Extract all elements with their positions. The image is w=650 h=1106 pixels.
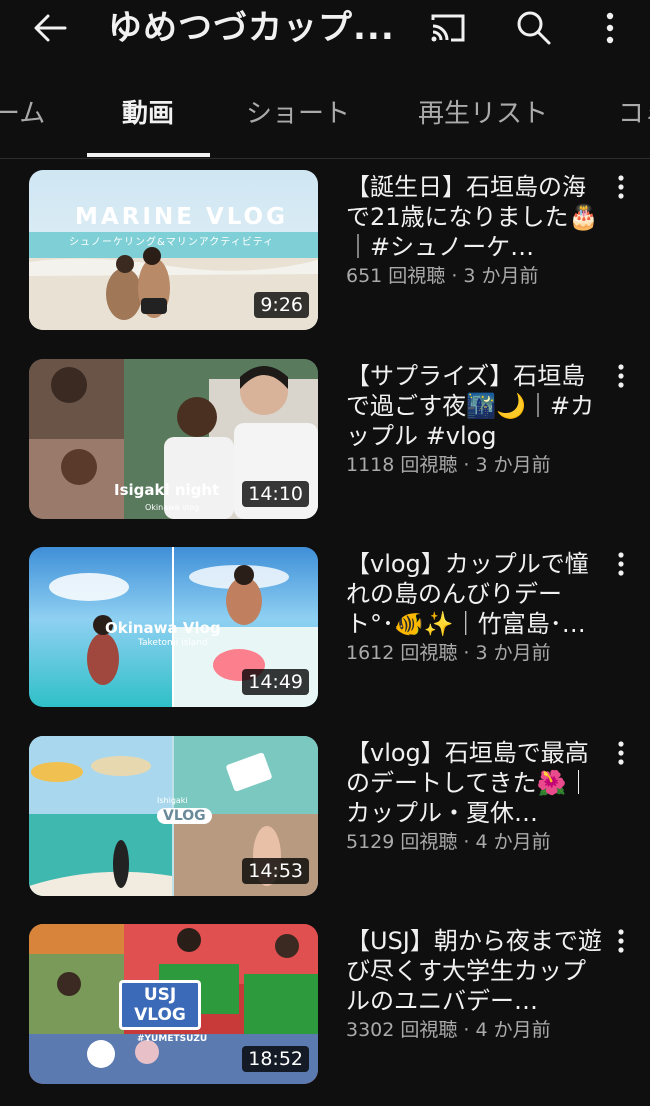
video-meta: 【誕生日】石垣島の海で21歳になりました🎂｜#シュノーケ… 651 回視聴 · … bbox=[346, 172, 602, 288]
video-meta: 【USJ】朝から夜まで遊び尽くす大学生カップルのユニバデー… 3302 回視聴 … bbox=[346, 926, 602, 1042]
video-thumbnail[interactable]: MARINE VLOG シュノーケリング&マリンアクティビティ 9:26 bbox=[29, 170, 318, 330]
video-thumbnail[interactable]: Ishigaki VLOG 14:53 bbox=[29, 736, 318, 896]
more-options-button[interactable] bbox=[588, 8, 632, 48]
video-duration: 14:49 bbox=[242, 669, 309, 695]
video-item[interactable]: USJ VLOG #YUMETSUZU 18:52 【USJ】朝から夜まで遊び尽… bbox=[0, 924, 650, 1084]
more-vert-icon bbox=[618, 364, 624, 388]
tab-playlists[interactable]: 再生リスト bbox=[418, 96, 548, 132]
video-thumbnail[interactable]: Okinawa Vlog Taketomi island 14:49 bbox=[29, 547, 318, 707]
video-menu-button[interactable] bbox=[606, 361, 636, 391]
arrow-left-icon bbox=[34, 14, 67, 42]
video-title[interactable]: 【vlog】カップルで憧れの島のんびりデート°･🐠✨｜竹富島･… bbox=[346, 549, 602, 639]
tab-home[interactable]: ーム bbox=[0, 96, 45, 132]
cast-icon bbox=[431, 14, 465, 42]
thumbnail-subtitle-text: Ishigaki bbox=[157, 796, 188, 805]
video-title[interactable]: 【誕生日】石垣島の海で21歳になりました🎂｜#シュノーケ… bbox=[346, 172, 602, 262]
video-meta: 【サプライズ】石垣島で過ごす夜🌃🌙｜#カップル #vlog 1118 回視聴 ·… bbox=[346, 361, 602, 477]
video-item[interactable]: Ishigaki VLOG 14:53 【vlog】石垣島で最高のデートしてきた… bbox=[0, 736, 650, 896]
thumbnail-title-text: USJ VLOG bbox=[119, 980, 201, 1030]
video-title[interactable]: 【USJ】朝から夜まで遊び尽くす大学生カップルのユニバデー… bbox=[346, 926, 602, 1016]
video-duration: 9:26 bbox=[254, 292, 309, 318]
video-title[interactable]: 【vlog】石垣島で最高のデートしてきた🌺｜カップル・夏休… bbox=[346, 738, 602, 828]
more-vert-icon bbox=[618, 552, 624, 576]
video-stats: 1118 回視聴 · 3 か月前 bbox=[346, 454, 551, 476]
more-vert-icon bbox=[618, 741, 624, 765]
cast-button[interactable] bbox=[426, 8, 470, 48]
video-meta: 【vlog】カップルで憧れの島のんびりデート°･🐠✨｜竹富島･… 1612 回視… bbox=[346, 549, 602, 665]
video-duration: 14:10 bbox=[242, 481, 309, 507]
top-app-bar: ゆめつづカップ... bbox=[0, 0, 650, 58]
channel-title: ゆめつづカップ... bbox=[108, 8, 395, 48]
video-duration: 14:53 bbox=[242, 858, 309, 884]
more-vert-icon bbox=[618, 175, 624, 199]
back-button[interactable] bbox=[28, 8, 72, 48]
thumbnail-title-text: Okinawa Vlog bbox=[105, 619, 221, 637]
video-item[interactable]: MARINE VLOG シュノーケリング&マリンアクティビティ 9:26 【誕生… bbox=[0, 170, 650, 330]
tab-videos[interactable]: 動画 bbox=[122, 96, 174, 132]
video-item[interactable]: Okinawa Vlog Taketomi island 14:49 【vlog… bbox=[0, 547, 650, 707]
video-stats: 651 回視聴 · 3 か月前 bbox=[346, 265, 539, 287]
thumbnail-subtitle-text: Okinawa vlog bbox=[145, 503, 200, 512]
thumbnail-subtitle-text: シュノーケリング&マリンアクティビティ bbox=[69, 237, 275, 248]
search-button[interactable] bbox=[512, 8, 556, 48]
more-vert-icon bbox=[618, 929, 624, 953]
video-stats: 5129 回視聴 · 4 か月前 bbox=[346, 831, 551, 853]
youtube-channel-page: ゆめつづカップ... ーム 動画 ショート 再生リスト コ MARINE VLO… bbox=[0, 0, 650, 1106]
active-tab-indicator bbox=[87, 153, 210, 157]
channel-tabs: ーム 動画 ショート 再生リスト コミ bbox=[0, 78, 650, 159]
tab-shorts[interactable]: ショート bbox=[246, 96, 350, 132]
video-stats: 3302 回視聴 · 4 か月前 bbox=[346, 1019, 551, 1041]
thumbnail-title-text: VLOG bbox=[157, 808, 212, 824]
video-thumbnail[interactable]: USJ VLOG #YUMETSUZU 18:52 bbox=[29, 924, 318, 1084]
thumbnail-subtitle-text: #YUMETSUZU bbox=[137, 1034, 208, 1044]
video-stats: 1612 回視聴 · 3 か月前 bbox=[346, 642, 551, 664]
search-icon bbox=[517, 11, 551, 45]
video-menu-button[interactable] bbox=[606, 172, 636, 202]
thumbnail-title-text: MARINE VLOG bbox=[75, 204, 288, 230]
video-thumbnail[interactable]: Isigaki night Okinawa vlog 14:10 bbox=[29, 359, 318, 519]
video-duration: 18:52 bbox=[242, 1046, 309, 1072]
video-title[interactable]: 【サプライズ】石垣島で過ごす夜🌃🌙｜#カップル #vlog bbox=[346, 361, 602, 451]
tab-community[interactable]: コミ bbox=[618, 96, 650, 132]
more-vert-icon bbox=[606, 12, 614, 44]
video-menu-button[interactable] bbox=[606, 738, 636, 768]
video-menu-button[interactable] bbox=[606, 549, 636, 579]
video-meta: 【vlog】石垣島で最高のデートしてきた🌺｜カップル・夏休… 5129 回視聴 … bbox=[346, 738, 602, 854]
thumbnail-title-text: Isigaki night bbox=[114, 481, 220, 499]
video-item[interactable]: Isigaki night Okinawa vlog 14:10 【サプライズ】… bbox=[0, 359, 650, 519]
video-menu-button[interactable] bbox=[606, 926, 636, 956]
thumbnail-subtitle-text: Taketomi island bbox=[138, 638, 208, 648]
